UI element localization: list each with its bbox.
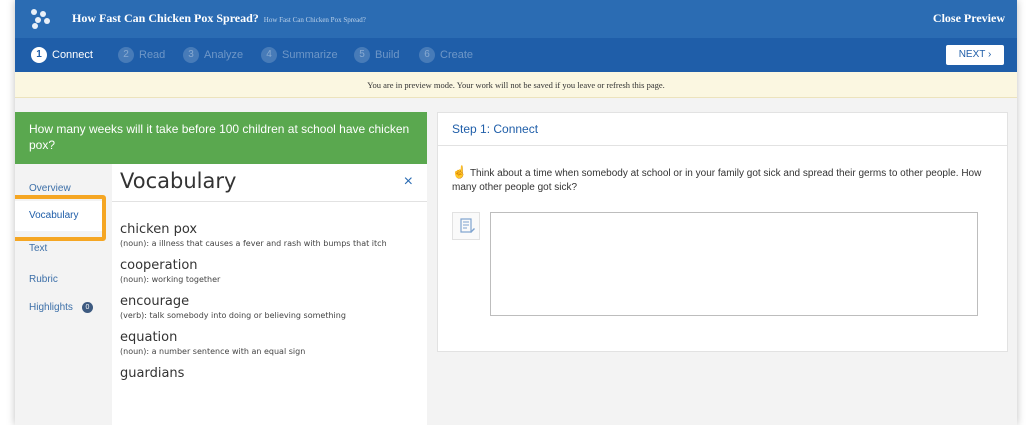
prompt-text: ☝ Think about a time when somebody at sch… <box>452 165 992 195</box>
driving-question: How many weeks will it take before 100 c… <box>15 112 427 164</box>
preview-mode-banner: You are in preview mode. Your work will … <box>15 72 1017 98</box>
notes-icon[interactable] <box>452 212 480 240</box>
term-definition: (noun): working together <box>120 275 221 284</box>
callout-highlight <box>15 195 106 241</box>
vocabulary-title: Vocabulary <box>120 169 237 193</box>
app-window: How Fast Can Chicken Pox Spread? How Fast… <box>15 0 1017 425</box>
sidebar-item-rubric[interactable]: Rubric <box>29 274 58 285</box>
vocabulary-panel: Vocabulary × chicken pox (noun): a illne… <box>112 164 427 425</box>
step-heading: Step 1: Connect <box>438 113 1007 146</box>
vocabulary-list: chicken pox (noun): a illness that cause… <box>120 222 420 390</box>
step-label: Summarize <box>282 49 338 61</box>
sidebar-item-text[interactable]: Text <box>29 243 47 254</box>
step-number: 2 <box>118 47 134 63</box>
step-number: 4 <box>261 47 277 63</box>
step-label: Analyze <box>204 49 244 61</box>
term-definition: (verb): talk somebody into doing or beli… <box>120 311 346 320</box>
vocab-term: chicken pox (noun): a illness that cause… <box>120 222 420 249</box>
step-build[interactable]: 5 Build <box>354 47 399 63</box>
step-number: 1 <box>31 47 47 63</box>
step-navigation: 1 Connect 2 Read 3 Analyze 4 Summarize 5… <box>15 38 1017 72</box>
sidebar-item-highlights[interactable]: Highlights 0 <box>29 302 93 313</box>
term-word: encourage <box>120 294 190 309</box>
term-definition: (noun): a illness that causes a fever an… <box>120 239 387 248</box>
subtitle-text: How Fast Can Chicken Pox Spread? <box>263 16 366 24</box>
title-bar: How Fast Can Chicken Pox Spread? How Fast… <box>15 0 1017 38</box>
title-text: How Fast Can Chicken Pox Spread? <box>72 11 259 25</box>
response-textarea[interactable] <box>490 212 978 316</box>
term-word: chicken pox <box>120 222 198 237</box>
term-definition: (noun): a number sentence with an equal … <box>120 347 306 356</box>
prompt-body: Think about a time when somebody at scho… <box>452 168 982 193</box>
vocab-term: equation (noun): a number sentence with … <box>120 330 420 357</box>
step-label: Read <box>139 49 166 61</box>
vocab-term: encourage (verb): talk somebody into doi… <box>120 294 420 321</box>
highlights-count-badge: 0 <box>81 302 93 313</box>
term-word: cooperation <box>120 258 198 273</box>
term-word: equation <box>120 330 178 345</box>
divider <box>112 201 427 202</box>
close-preview-button[interactable]: Close Preview <box>933 11 1005 26</box>
step-connect[interactable]: 1 Connect <box>31 47 93 63</box>
step-number: 5 <box>354 47 370 63</box>
step-number: 3 <box>183 47 199 63</box>
term-word: guardians <box>120 366 185 381</box>
sidebar-item-overview[interactable]: Overview <box>29 183 71 194</box>
step-panel: Step 1: Connect ☝ Think about a time when… <box>437 112 1008 352</box>
step-number: 6 <box>419 47 435 63</box>
vocab-term: guardians <box>120 366 420 381</box>
app-logo-icon <box>31 9 53 29</box>
page-title: How Fast Can Chicken Pox Spread? How Fast… <box>72 11 366 26</box>
vocab-term: cooperation (noun): working together <box>120 258 420 285</box>
sidebar-item-label: Highlights <box>29 302 73 313</box>
step-label: Connect <box>52 49 93 61</box>
step-summarize[interactable]: 4 Summarize <box>261 47 338 63</box>
step-create[interactable]: 6 Create <box>419 47 473 63</box>
pointing-hand-icon: ☝ <box>452 165 467 179</box>
step-read[interactable]: 2 Read <box>118 47 165 63</box>
step-label: Build <box>375 49 400 61</box>
close-icon[interactable]: × <box>404 173 413 191</box>
next-button[interactable]: NEXT › <box>946 45 1004 65</box>
step-analyze[interactable]: 3 Analyze <box>183 47 243 63</box>
step-label: Create <box>440 49 474 61</box>
